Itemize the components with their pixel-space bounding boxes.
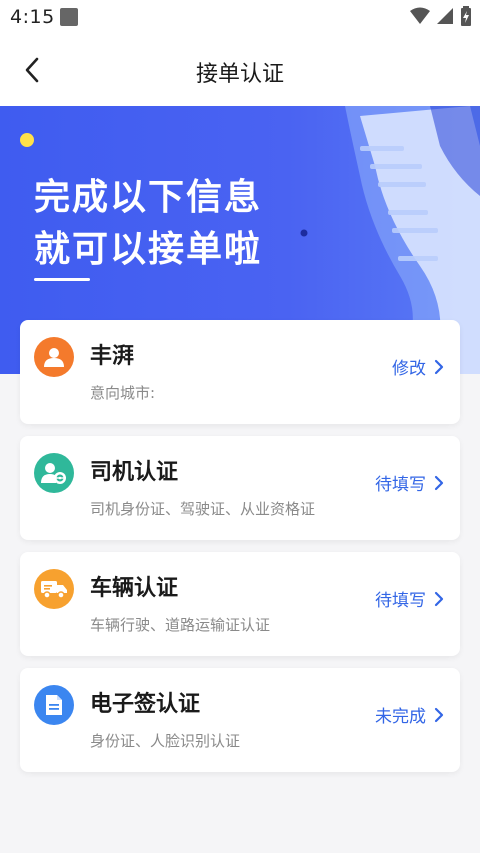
signal-icon: [437, 8, 453, 24]
status-time: 4:15: [10, 6, 55, 28]
card-subtitle: 司机身份证、驾驶证、从业资格证: [90, 500, 316, 518]
chevron-right-icon: [434, 475, 444, 490]
card-action-label: 修改: [392, 359, 426, 379]
fill-driver-button[interactable]: 待填写: [375, 470, 444, 495]
driver-steering-icon: [34, 453, 74, 493]
banner-underline: [34, 278, 90, 281]
vehicle-certification-card[interactable]: 车辆认证 车辆行驶、道路运输证认证 待填写: [20, 552, 460, 656]
card-action-label: 未完成: [375, 707, 426, 727]
card-title: 电子签认证: [90, 692, 201, 717]
driver-certification-card[interactable]: 司机认证 司机身份证、驾驶证、从业资格证 待填写: [20, 436, 460, 540]
card-action-label: 待填写: [375, 591, 426, 611]
card-title: 司机认证: [90, 460, 179, 485]
battery-icon: [461, 6, 471, 26]
banner-headline-line1: 完成以下信息: [34, 177, 263, 218]
truck-icon: [34, 569, 74, 609]
card-action-label: 待填写: [375, 475, 426, 495]
edit-button[interactable]: 修改: [392, 354, 444, 379]
fill-vehicle-button[interactable]: 待填写: [375, 586, 444, 611]
wifi-icon: [410, 7, 430, 24]
profile-card[interactable]: 丰湃 意向城市: 修改: [20, 320, 460, 424]
page-title: 接单认证: [195, 62, 284, 87]
card-title: 丰湃: [90, 344, 135, 369]
card-subtitle: 意向城市:: [90, 384, 156, 402]
card-subtitle: 车辆行驶、道路运输证认证: [90, 616, 271, 634]
e-signature-card[interactable]: 电子签认证 身份证、人脸识别认证 未完成: [20, 668, 460, 772]
notification-square-icon: [60, 8, 78, 26]
chevron-right-icon: [434, 359, 444, 374]
app-bar: 接单认证: [0, 34, 480, 106]
complete-signature-button[interactable]: 未完成: [375, 702, 444, 727]
document-icon: [34, 685, 74, 725]
banner-headline-line2: 就可以接单啦: [34, 229, 263, 270]
status-bar: 4:15: [0, 0, 480, 34]
chevron-right-icon: [434, 591, 444, 606]
chevron-right-icon: [434, 707, 444, 722]
card-subtitle: 身份证、人脸识别认证: [90, 732, 241, 750]
card-title: 车辆认证: [90, 576, 179, 601]
status-icons: [410, 6, 472, 26]
user-icon: [34, 337, 74, 377]
